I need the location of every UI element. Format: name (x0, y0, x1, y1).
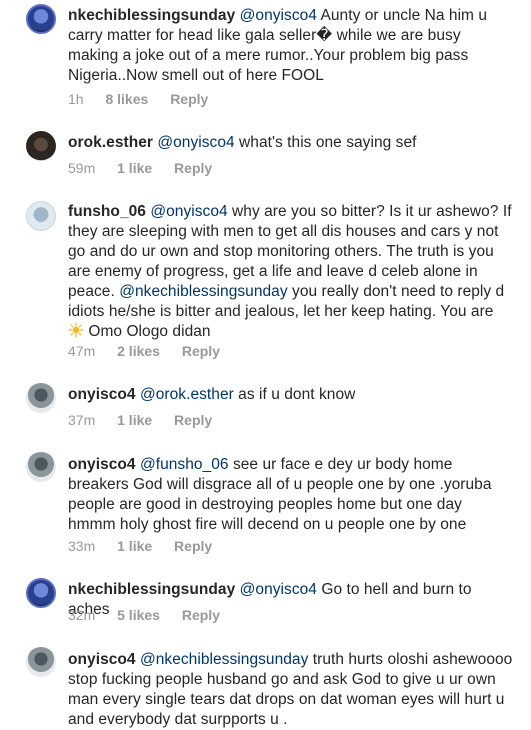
comment-text: as if u dont know (233, 386, 356, 403)
comment-body: nkechiblessingsunday @onyisco4 Aunty or … (68, 6, 513, 86)
comment-meta: 1h 8 likes Reply (68, 90, 208, 108)
comment-username[interactable]: funsho_06 (68, 203, 146, 220)
comment-time: 59m (68, 160, 96, 176)
comment-likes[interactable]: 8 likes (105, 90, 148, 108)
avatar[interactable] (26, 131, 56, 161)
reply-button[interactable]: Reply (174, 537, 212, 555)
comment-mention[interactable]: @orok.esther (140, 386, 234, 403)
comment-mention[interactable]: @funsho_06 (140, 456, 229, 473)
comment-time: 33m (68, 538, 96, 554)
comment-meta: 37m 1 like Reply (68, 411, 212, 429)
reply-button[interactable]: Reply (174, 159, 212, 177)
avatar[interactable] (26, 201, 56, 231)
comment-body: onyisco4 @nkechiblessingsunday truth hur… (68, 650, 513, 730)
comment-text: what's this one saying sef (234, 134, 417, 151)
avatar[interactable] (26, 383, 56, 413)
reply-button[interactable]: Reply (170, 90, 208, 108)
comment-time: 32m (68, 607, 96, 623)
comment-username[interactable]: nkechiblessingsunday (68, 581, 235, 598)
comment-body: funsho_06 @onyisco4 why are you so bitte… (68, 202, 513, 342)
avatar[interactable] (26, 578, 56, 608)
comment-likes[interactable]: 1 like (117, 159, 152, 177)
comment-username[interactable]: onyisco4 (68, 456, 136, 473)
avatar[interactable] (26, 4, 56, 34)
comment-likes[interactable]: 1 like (117, 411, 152, 429)
comment-likes[interactable]: 2 likes (117, 342, 160, 360)
comment-mention[interactable]: @onyisco4 (150, 203, 227, 220)
comment-likes[interactable]: 1 like (117, 537, 152, 555)
sparkle-emoji-icon (68, 322, 84, 338)
comment-username[interactable]: orok.esther (68, 134, 153, 151)
comment-mention[interactable]: @onyisco4 (240, 581, 317, 598)
comment-time: 47m (68, 343, 96, 359)
reply-button[interactable]: Reply (182, 606, 220, 624)
comment-meta: 47m 2 likes Reply (68, 342, 220, 360)
comment-body: orok.esther @onyisco4 what's this one sa… (68, 133, 513, 153)
comment-mention[interactable]: @onyisco4 (240, 7, 317, 24)
avatar[interactable] (26, 647, 56, 677)
comment-meta: 32m 5 likes Reply (68, 606, 220, 624)
avatar[interactable] (26, 452, 56, 482)
comment-username[interactable]: onyisco4 (68, 386, 136, 403)
comment-time: 37m (68, 412, 96, 428)
comment-likes[interactable]: 5 likes (117, 606, 160, 624)
comment-mention[interactable]: @onyisco4 (157, 134, 234, 151)
comment-username[interactable]: onyisco4 (68, 651, 136, 668)
reply-button[interactable]: Reply (182, 342, 220, 360)
comment-text: Omo Ologo didan (84, 323, 211, 340)
comment-body: onyisco4 @orok.esther as if u dont know (68, 385, 513, 405)
comment-username[interactable]: nkechiblessingsunday (68, 7, 235, 24)
reply-button[interactable]: Reply (174, 411, 212, 429)
comment-meta: 33m 1 like Reply (68, 537, 212, 555)
comment-time: 1h (68, 91, 84, 107)
comment-body: onyisco4 @funsho_06 see ur face e dey ur… (68, 455, 513, 535)
comment-mention[interactable]: @nkechiblessingsunday (140, 651, 308, 668)
comment-meta: 59m 1 like Reply (68, 159, 212, 177)
comment-mention[interactable]: @nkechiblessingsunday (119, 283, 287, 300)
